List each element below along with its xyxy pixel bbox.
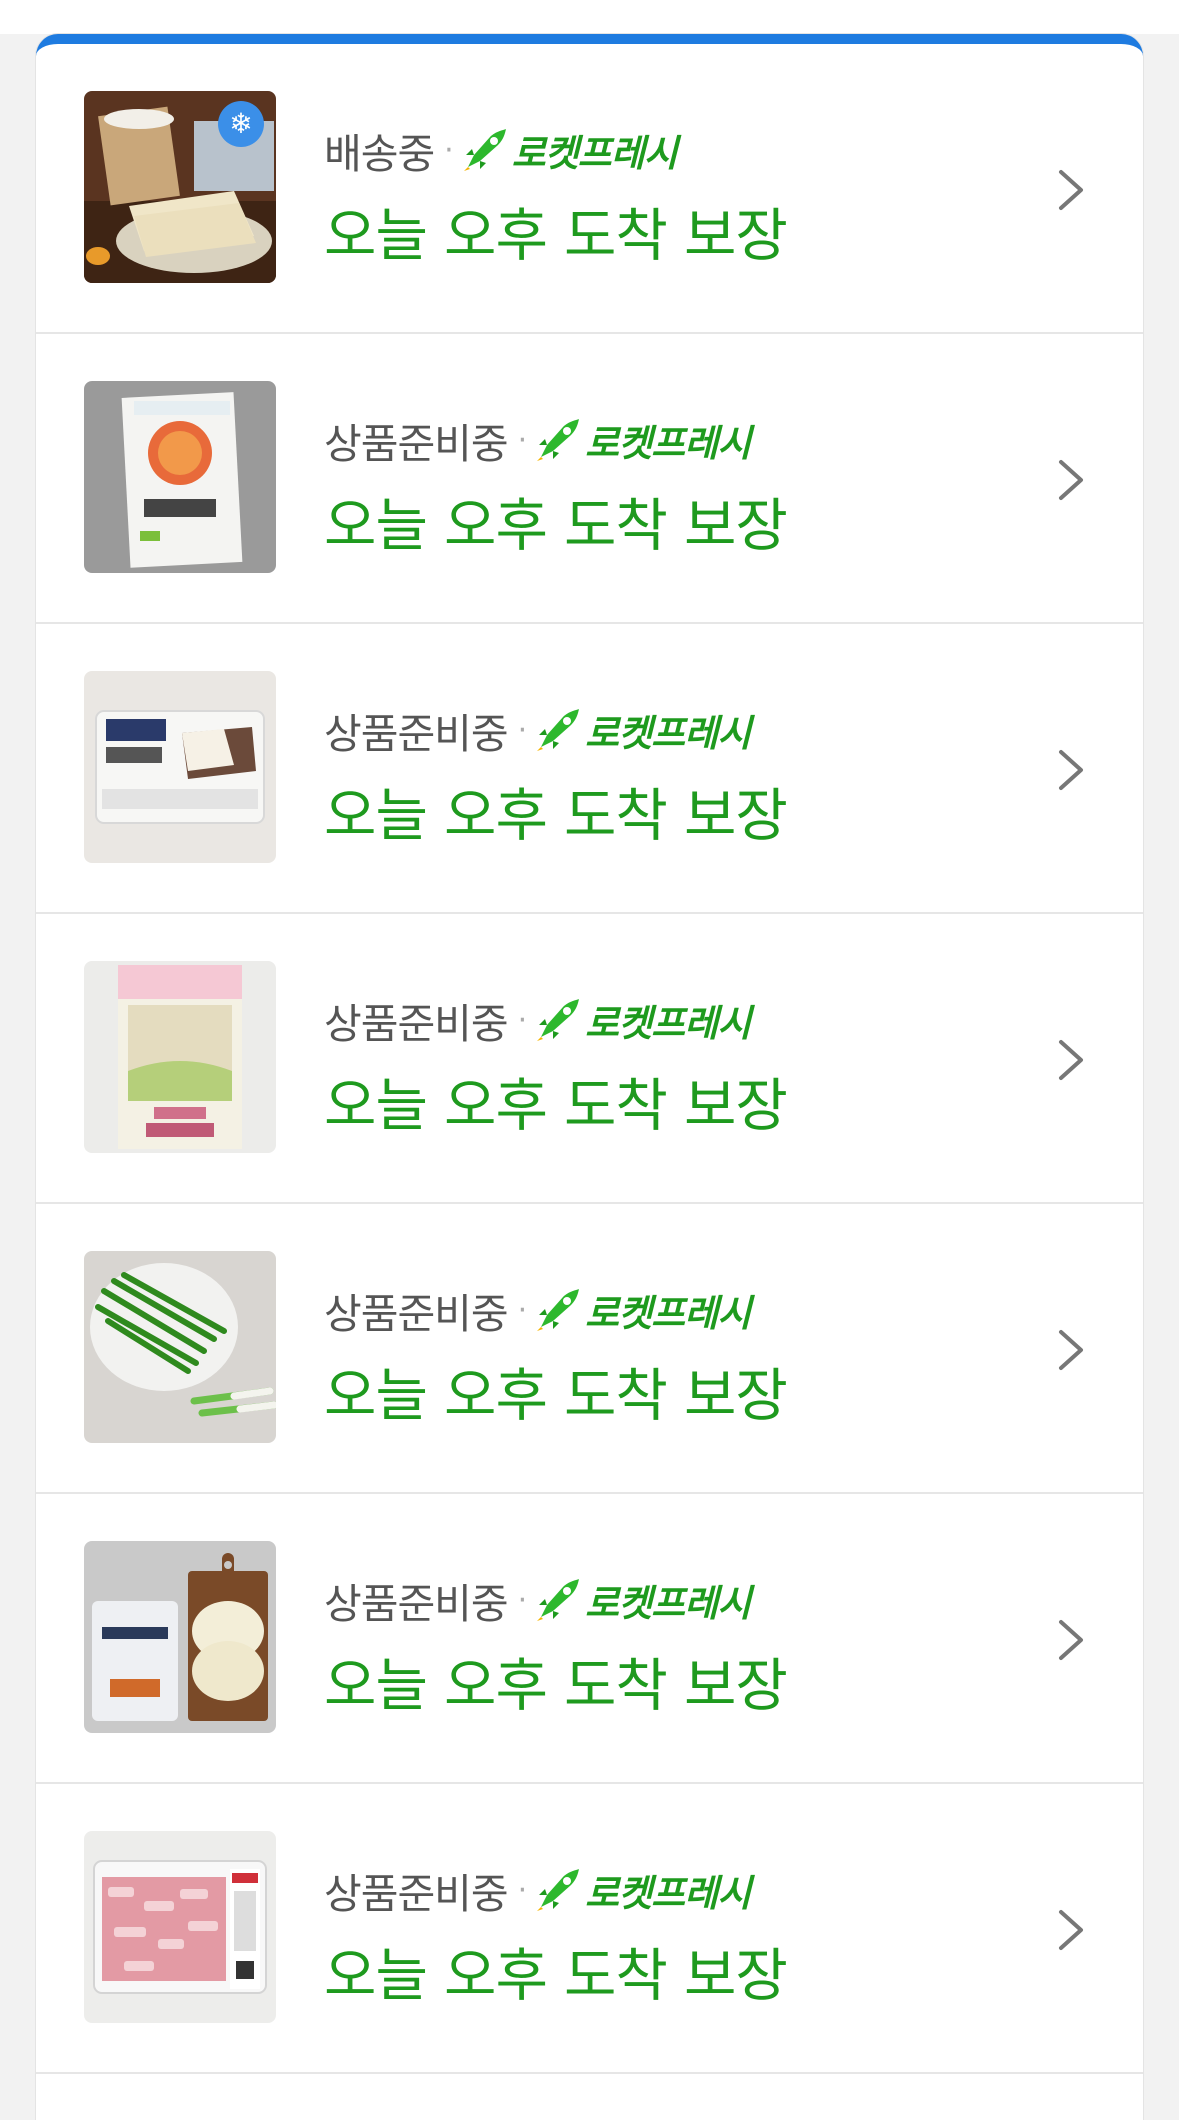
delivery-status: 상품준비중 [324,420,509,468]
shipment-list: ❄ 배송중 · 로켓프레시 오늘 오후 도착 보장 상품준비중 · 로켓프레시 … [36,44,1143,2074]
chives-plate-image [84,1251,276,1443]
separator-dot: · [517,1582,528,1618]
status-line: 상품준비중 · 로켓프레시 [324,1280,751,1340]
rocket-icon [533,1865,583,1915]
status-line: 상품준비중 · 로켓프레시 [324,700,751,760]
chevron-right-icon[interactable] [1051,166,1091,214]
delivery-status: 상품준비중 [324,1580,509,1628]
pork-tray-image [84,1831,276,2023]
chevron-right-icon[interactable] [1051,1326,1091,1374]
chevron-right-icon[interactable] [1051,746,1091,794]
shipment-row[interactable]: 상품준비중 · 로켓프레시 오늘 오후 도착 보장 [36,334,1143,624]
shipment-row[interactable]: 상품준비중 · 로켓프레시 오늘 오후 도착 보장 [36,914,1143,1204]
rocket-fresh-label: 로켓프레시 [585,1872,751,1915]
delivery-status: 상품준비중 [324,1000,509,1048]
delivery-status: 배송중 [324,130,435,178]
separator-dot: · [517,1292,528,1328]
separator-dot: · [517,1002,528,1038]
top-strip [0,0,1179,34]
rocket-icon [533,1285,583,1335]
order-card: ❄ 배송중 · 로켓프레시 오늘 오후 도착 보장 상품준비중 · 로켓프레시 … [36,34,1143,2120]
orders-page: ❄ 배송중 · 로켓프레시 오늘 오후 도착 보장 상품준비중 · 로켓프레시 … [0,0,1179,2120]
product-thumbnail[interactable] [84,381,276,573]
status-line: 배송중 · 로켓프레시 [324,120,678,180]
arrival-guarantee: 오늘 오후 도착 보장 [324,1653,788,1719]
arrival-guarantee: 오늘 오후 도착 보장 [324,783,788,849]
snowflake-icon: ❄ [218,101,264,147]
arrival-guarantee: 오늘 오후 도착 보장 [324,1943,788,2009]
delivery-status: 상품준비중 [324,1870,509,1918]
chevron-right-icon[interactable] [1051,456,1091,504]
product-thumbnail[interactable]: ❄ [84,91,276,283]
arrival-guarantee: 오늘 오후 도착 보장 [324,1073,788,1139]
rocket-icon [533,995,583,1045]
bean-sprouts-bag-image [84,961,276,1153]
rocket-fresh-label: 로켓프레시 [585,1002,751,1045]
rocket-icon [533,415,583,465]
arrival-guarantee: 오늘 오후 도착 보장 [324,493,788,559]
product-thumbnail[interactable] [84,1541,276,1733]
separator-dot: · [517,422,528,458]
arrival-guarantee: 오늘 오후 도착 보장 [324,1363,788,1429]
status-line: 상품준비중 · 로켓프레시 [324,990,751,1050]
status-line: 상품준비중 · 로켓프레시 [324,1860,751,1920]
chevron-right-icon[interactable] [1051,1616,1091,1664]
status-line: 상품준비중 · 로켓프레시 [324,410,751,470]
product-thumbnail[interactable] [84,671,276,863]
delivery-status: 상품준비중 [324,710,509,758]
rocket-fresh-label: 로켓프레시 [585,1582,751,1625]
separator-dot: · [444,132,454,168]
separator-dot: · [517,1872,528,1908]
rocket-fresh-label: 로켓프레시 [585,422,751,465]
rocket-icon [533,705,583,755]
tofu-pack-image [84,671,276,863]
shipment-row[interactable]: ❄ 배송중 · 로켓프레시 오늘 오후 도착 보장 [36,44,1143,334]
rocket-fresh-label: 로켓프레시 [585,712,751,755]
shipment-row[interactable]: 상품준비중 · 로켓프레시 오늘 오후 도착 보장 [36,624,1143,914]
status-line: 상품준비중 · 로켓프레시 [324,1570,751,1630]
arrival-guarantee: 오늘 오후 도착 보장 [324,203,788,269]
rocket-fresh-label: 로켓프레시 [585,1292,751,1335]
rocket-icon [533,1575,583,1625]
shipment-row[interactable]: 상품준비중 · 로켓프레시 오늘 오후 도착 보장 [36,1784,1143,2074]
chevron-right-icon[interactable] [1051,1036,1091,1084]
separator-dot: · [517,712,528,748]
shipment-row[interactable]: 상품준비중 · 로켓프레시 오늘 오후 도착 보장 [36,1204,1143,1494]
delivery-status: 상품준비중 [324,1290,509,1338]
product-thumbnail[interactable] [84,961,276,1153]
shipment-row[interactable]: 상품준비중 · 로켓프레시 오늘 오후 도착 보장 [36,1494,1143,1784]
chevron-right-icon[interactable] [1051,1906,1091,1954]
dumpling-skins-board-image [84,1541,276,1733]
noodle-pack-image [84,381,276,573]
product-thumbnail[interactable] [84,1251,276,1443]
rocket-fresh-label: 로켓프레시 [511,132,678,175]
rocket-icon [460,125,510,175]
product-thumbnail[interactable] [84,1831,276,2023]
